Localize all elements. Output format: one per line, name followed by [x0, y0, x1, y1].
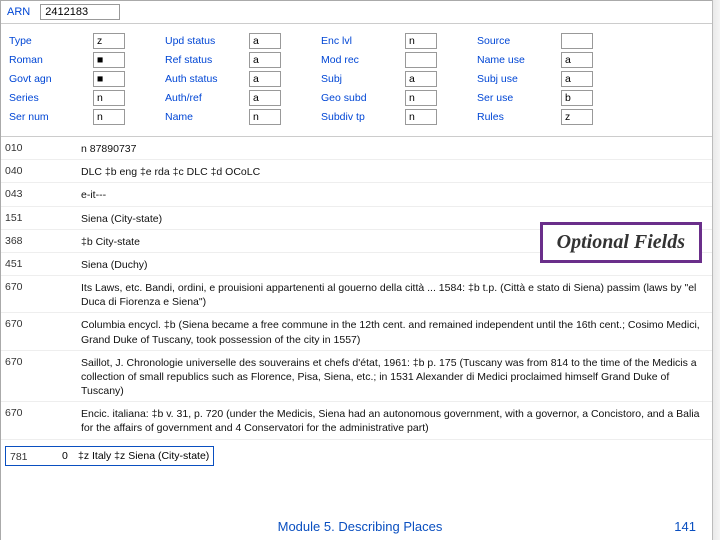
fixed-label: Enc lvl: [317, 35, 397, 47]
fixed-label: Subj: [317, 73, 397, 85]
fixed-input[interactable]: [561, 90, 593, 106]
fixed-input[interactable]: [249, 90, 281, 106]
fixed-label: Subj use: [473, 73, 553, 85]
tag-indicators: [47, 316, 75, 318]
tag-number: 368: [5, 233, 41, 247]
arn-input[interactable]: [40, 4, 120, 20]
variable-fields: 010 n 87890737 040 DLC ‡b eng ‡e rda ‡c …: [1, 137, 712, 469]
fixed-label: Roman: [5, 54, 85, 66]
tag-value: Its Laws, etc. Bandi, ordini, e prouisio…: [81, 279, 708, 309]
record-panel: ARN Type Upd status Enc lvl Source Roman…: [0, 0, 712, 540]
scrollbar[interactable]: [712, 0, 720, 540]
fixed-label: Name use: [473, 54, 553, 66]
fixed-input[interactable]: [405, 109, 437, 125]
fixed-label: Mod rec: [317, 54, 397, 66]
tag-number: 151: [5, 210, 41, 224]
fixed-input[interactable]: [249, 109, 281, 125]
indicator-2: 0: [62, 450, 72, 462]
module-title: Module 5. Describing Places: [278, 519, 443, 534]
fixed-label: Ser use: [473, 92, 553, 104]
fixed-label: Series: [5, 92, 85, 104]
fixed-input[interactable]: [561, 109, 593, 125]
tag-number: 010: [5, 140, 41, 154]
fixed-input[interactable]: [561, 33, 593, 49]
fixed-label: Name: [161, 111, 241, 123]
tag-value: e-it---: [81, 186, 708, 202]
fixed-input[interactable]: [93, 90, 125, 106]
tag-number: 670: [5, 354, 41, 368]
fixed-input[interactable]: [405, 71, 437, 87]
fixed-input[interactable]: [249, 52, 281, 68]
fixed-input[interactable]: [561, 52, 593, 68]
tag-indicators: [47, 186, 75, 188]
tag-number: 451: [5, 256, 41, 270]
fixed-row: Ser num Name Subdiv tp Rules: [5, 109, 708, 125]
fixed-label: Auth status: [161, 73, 241, 85]
fixed-row: Type Upd status Enc lvl Source: [5, 33, 708, 49]
tag-number: 043: [5, 186, 41, 200]
tag-row[interactable]: 670 Its Laws, etc. Bandi, ordini, e prou…: [1, 276, 712, 313]
tag-row[interactable]: 670 Encic. italiana: ‡b v. 31, p. 720 (u…: [1, 402, 712, 439]
fixed-input[interactable]: [93, 109, 125, 125]
tag-indicators: [47, 279, 75, 281]
fixed-input[interactable]: [93, 71, 125, 87]
tag-row[interactable]: 670 Columbia encycl. ‡b (Siena became a …: [1, 313, 712, 350]
tag-number: 040: [5, 163, 41, 177]
highlighted-781-row: 781 0 ‡z Italy ‡z Siena (City-state): [5, 446, 214, 466]
arn-row: ARN: [1, 1, 712, 24]
fixed-label: Subdiv tp: [317, 111, 397, 123]
tag-value: Encic. italiana: ‡b v. 31, p. 720 (under…: [81, 405, 708, 435]
arn-label: ARN: [7, 6, 30, 18]
fixed-label: Govt agn: [5, 73, 85, 85]
tag-row[interactable]: 670 Saillot, J. Chronologie universelle …: [1, 351, 712, 403]
tag-indicators: [47, 233, 75, 235]
tag-indicators: [47, 163, 75, 165]
slide-footer: Module 5. Describing Places 141: [0, 519, 720, 534]
tag-indicators: [47, 256, 75, 258]
fixed-input[interactable]: [561, 71, 593, 87]
fixed-label: Type: [5, 35, 85, 47]
fixed-input[interactable]: [405, 52, 437, 68]
fixed-label: Geo subd: [317, 92, 397, 104]
fixed-label: Auth/ref: [161, 92, 241, 104]
optional-fields-callout: Optional Fields: [540, 222, 702, 263]
tag-row[interactable]: 010 n 87890737: [1, 137, 712, 160]
fixed-input[interactable]: [405, 33, 437, 49]
tag-value: Columbia encycl. ‡b (Siena became a free…: [81, 316, 708, 346]
callout-text: Optional Fields: [557, 231, 685, 253]
tag-number: 781: [10, 449, 40, 463]
tag-value: Saillot, J. Chronologie universelle des …: [81, 354, 708, 399]
fixed-row: Govt agn Auth status Subj Subj use: [5, 71, 708, 87]
fixed-row: Roman Ref status Mod rec Name use: [5, 52, 708, 68]
tag-number: 670: [5, 279, 41, 293]
tag-value: n 87890737: [81, 140, 708, 156]
tag-indicators: [47, 210, 75, 212]
fixed-input[interactable]: [405, 90, 437, 106]
tag-value: ‡z Italy ‡z Siena (City-state): [78, 450, 209, 462]
tag-row-781[interactable]: 781 0 ‡z Italy ‡z Siena (City-state): [1, 440, 712, 469]
tag-row[interactable]: 040 DLC ‡b eng ‡e rda ‡c DLC ‡d OCoLC: [1, 160, 712, 183]
fixed-input[interactable]: [93, 52, 125, 68]
tag-indicators: [47, 140, 75, 142]
fixed-label: Ser num: [5, 111, 85, 123]
fixed-label: Rules: [473, 111, 553, 123]
fixed-input[interactable]: [93, 33, 125, 49]
tag-number: 670: [5, 405, 41, 419]
fixed-label: Source: [473, 35, 553, 47]
fixed-input[interactable]: [249, 71, 281, 87]
fixed-label: Ref status: [161, 54, 241, 66]
fixed-input[interactable]: [249, 33, 281, 49]
tag-number: 670: [5, 316, 41, 330]
page-number: 141: [674, 519, 696, 534]
fixed-label: Upd status: [161, 35, 241, 47]
tag-indicators: [47, 354, 75, 356]
tag-value: DLC ‡b eng ‡e rda ‡c DLC ‡d OCoLC: [81, 163, 708, 179]
tag-row[interactable]: 043 e-it---: [1, 183, 712, 206]
fixed-row: Series Auth/ref Geo subd Ser use: [5, 90, 708, 106]
fixed-field-grid: Type Upd status Enc lvl Source Roman Ref…: [1, 24, 712, 137]
tag-indicators: [47, 405, 75, 407]
